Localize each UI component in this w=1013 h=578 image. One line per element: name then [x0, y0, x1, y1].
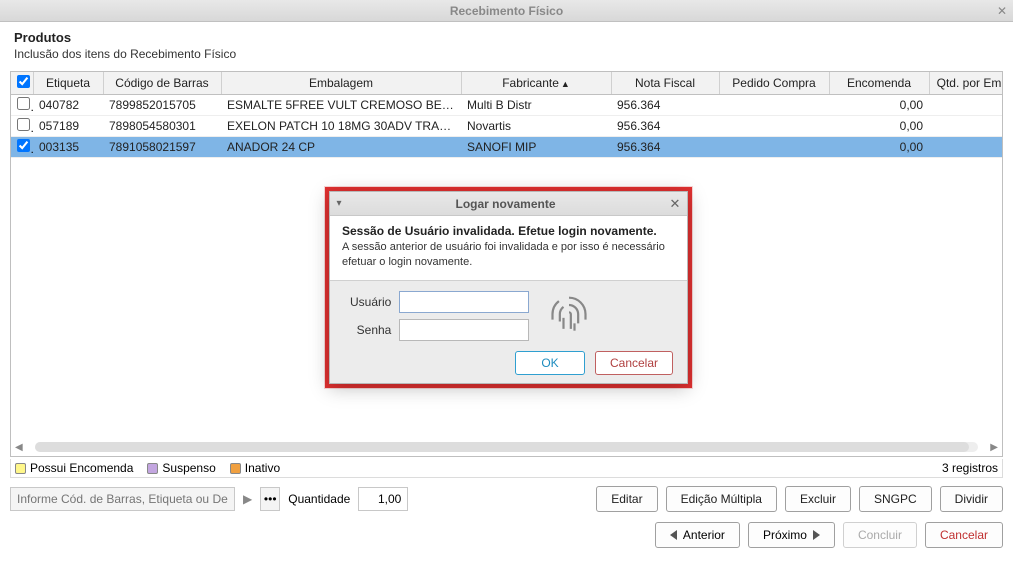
cell-codigo: 7898054580301 [103, 116, 221, 137]
excluir-button[interactable]: Excluir [785, 486, 851, 512]
triangle-left-icon [670, 530, 677, 540]
row-checkbox[interactable] [17, 139, 30, 152]
cell-pedido [719, 116, 829, 137]
dialog-titlebar: ▾ Logar novamente ✕ [330, 192, 687, 216]
legend-bar: Possui Encomenda Suspenso Inativo 3 regi… [10, 459, 1003, 478]
fingerprint-icon [547, 291, 591, 341]
dialog-ok-button[interactable]: OK [515, 351, 585, 375]
proximo-button[interactable]: Próximo [748, 522, 835, 548]
legend-swatch-suspenso [147, 463, 158, 474]
cancelar-button[interactable]: Cancelar [925, 522, 1003, 548]
page-subtitle: Inclusão dos itens do Recebimento Físico [14, 47, 999, 61]
bottom-toolbar: ▶ ••• Quantidade Editar Edição Múltipla … [10, 486, 1003, 512]
cell-pedido [719, 137, 829, 158]
dialog-close-icon[interactable]: ✕ [663, 196, 687, 212]
cell-fabricante: Novartis [461, 116, 611, 137]
legend-swatch-inativo [230, 463, 241, 474]
dialog-message-text: A sessão anterior de usuário foi invalid… [342, 240, 675, 270]
cell-fabricante: SANOFI MIP [461, 137, 611, 158]
cell-embalagem: ESMALTE 5FREE VULT CREMOSO BEM-TE-... [221, 95, 461, 116]
col-fabricante[interactable]: Fabricante▲ [461, 72, 611, 95]
horizontal-scrollbar[interactable]: ◀ ▶ [15, 440, 998, 454]
cell-embalagem: ANADOR 24 CP [221, 137, 461, 158]
cell-qtd: 1 [929, 95, 1003, 116]
cell-qtd: 1 [929, 116, 1003, 137]
col-checkbox[interactable] [11, 72, 33, 95]
col-nota[interactable]: Nota Fiscal [611, 72, 719, 95]
window-title: Recebimento Físico [450, 4, 563, 18]
dialog-cancel-button[interactable]: Cancelar [595, 351, 673, 375]
dialog-message-bold: Sessão de Usuário invalidada. Efetue log… [342, 224, 675, 238]
cell-nota: 956.364 [611, 137, 719, 158]
col-etiqueta[interactable]: Etiqueta [33, 72, 103, 95]
triangle-right-icon [813, 530, 820, 540]
col-pedido[interactable]: Pedido Compra [719, 72, 829, 95]
concluir-button: Concluir [843, 522, 917, 548]
search-input[interactable] [10, 487, 235, 511]
cell-codigo: 7891058021597 [103, 137, 221, 158]
items-table: Etiqueta Código de Barras Embalagem Fabr… [11, 72, 1003, 158]
cell-encomenda: 0,00 [829, 137, 929, 158]
col-codigo[interactable]: Código de Barras [103, 72, 221, 95]
cell-nota: 956.364 [611, 95, 719, 116]
table-row[interactable]: 0031357891058021597ANADOR 24 CPSANOFI MI… [11, 137, 1003, 158]
select-all-checkbox[interactable] [17, 75, 30, 88]
editar-button[interactable]: Editar [596, 486, 657, 512]
row-checkbox[interactable] [17, 118, 30, 131]
usuario-input[interactable] [399, 291, 529, 313]
cell-etiqueta: 057189 [33, 116, 103, 137]
scroll-track[interactable] [35, 442, 979, 452]
cell-nota: 956.364 [611, 116, 719, 137]
sngpc-button[interactable]: SNGPC [859, 486, 932, 512]
legend-encomenda: Possui Encomenda [30, 461, 133, 475]
dialog-message: Sessão de Usuário invalidada. Efetue log… [330, 216, 687, 281]
more-button[interactable]: ••• [260, 487, 280, 511]
table-row[interactable]: 0571897898054580301EXELON PATCH 10 18MG … [11, 116, 1003, 137]
anterior-button[interactable]: Anterior [655, 522, 740, 548]
record-count: 3 registros [942, 461, 998, 475]
page-title: Produtos [14, 30, 999, 45]
legend-inativo: Inativo [245, 461, 280, 475]
window-titlebar: Recebimento Físico ✕ [0, 0, 1013, 22]
legend-swatch-encomenda [15, 463, 26, 474]
qty-label: Quantidade [288, 492, 350, 506]
cell-embalagem: EXELON PATCH 10 18MG 30ADV TRANS [221, 116, 461, 137]
cell-qtd: 1 [929, 137, 1003, 158]
senha-input[interactable] [399, 319, 529, 341]
col-embalagem[interactable]: Embalagem [221, 72, 461, 95]
cell-etiqueta: 040782 [33, 95, 103, 116]
cell-etiqueta: 003135 [33, 137, 103, 158]
page-header: Produtos Inclusão dos itens do Recebimen… [0, 22, 1013, 67]
scroll-right-icon[interactable]: ▶ [990, 442, 998, 453]
row-checkbox[interactable] [17, 97, 30, 110]
cell-codigo: 7899852015705 [103, 95, 221, 116]
cell-encomenda: 0,00 [829, 95, 929, 116]
cell-pedido [719, 95, 829, 116]
senha-label: Senha [350, 323, 391, 337]
wizard-nav: Anterior Próximo Concluir Cancelar [10, 522, 1003, 548]
legend-suspenso: Suspenso [162, 461, 215, 475]
scroll-thumb[interactable] [35, 442, 969, 452]
login-dialog: ▾ Logar novamente ✕ Sessão de Usuário in… [329, 191, 688, 384]
window-close-icon[interactable]: ✕ [997, 4, 1007, 18]
arrow-right-icon: ▶ [243, 492, 252, 506]
scroll-left-icon[interactable]: ◀ [15, 442, 23, 453]
quantity-input[interactable] [358, 487, 408, 511]
usuario-label: Usuário [350, 295, 391, 309]
cell-fabricante: Multi B Distr [461, 95, 611, 116]
dividir-button[interactable]: Dividir [940, 486, 1003, 512]
col-qtd[interactable]: Qtd. por Emb. [929, 72, 1003, 95]
sort-asc-icon: ▲ [561, 79, 570, 89]
table-row[interactable]: 0407827899852015705ESMALTE 5FREE VULT CR… [11, 95, 1003, 116]
cell-encomenda: 0,00 [829, 116, 929, 137]
dialog-collapse-icon[interactable]: ▾ [330, 198, 348, 209]
col-encomenda[interactable]: Encomenda [829, 72, 929, 95]
edicao-multipla-button[interactable]: Edição Múltipla [666, 486, 777, 512]
dialog-title: Logar novamente [348, 197, 663, 211]
